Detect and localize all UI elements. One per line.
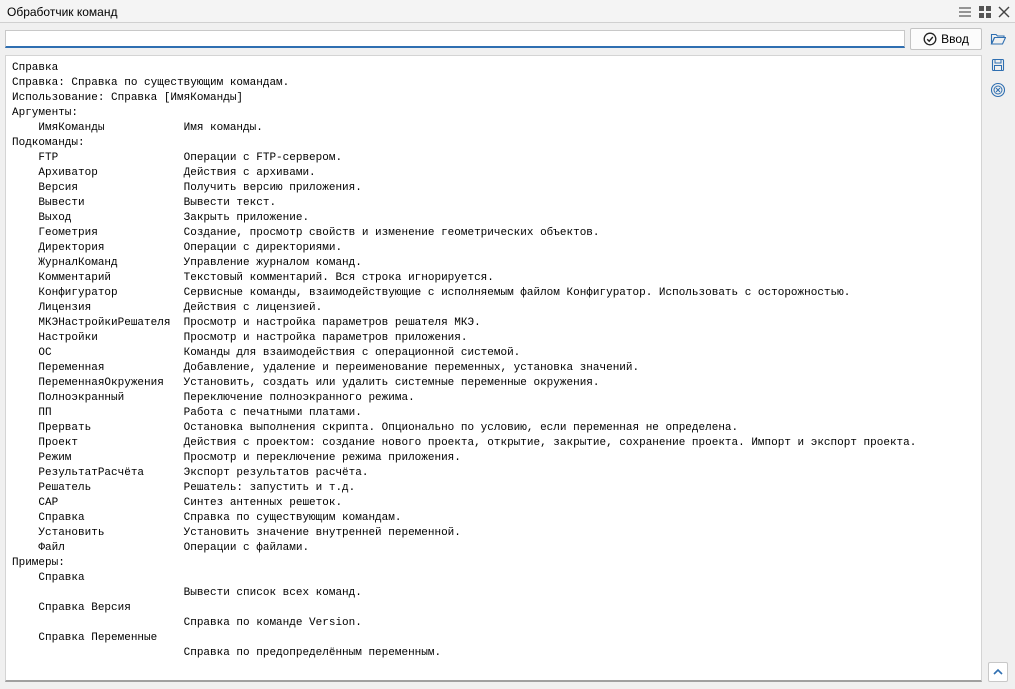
save-icon[interactable] [988, 55, 1008, 75]
output-line: Справка: Справка по существующим команда… [12, 77, 290, 89]
output-line: Вывести список всех команд. [12, 587, 362, 599]
output-line: Лицензия Действия с лицензией. [12, 302, 323, 314]
output-line: Файл Операции с файлами. [12, 542, 310, 554]
output-line: Справка Переменные [12, 632, 158, 644]
title-bar: Обработчик команд [0, 0, 1015, 23]
output-line: ПеременнаяОкружения Установить, создать … [12, 377, 600, 389]
output-text: Справка Справка: Справка по существующим… [12, 61, 981, 661]
output-line: Справка по команде Version. [12, 617, 362, 629]
output-line: Полноэкранный Переключение полноэкранног… [12, 392, 415, 404]
output-line: Директория Операции с директориями. [12, 242, 343, 254]
output-line: Справка по предопределённым переменным. [12, 647, 442, 659]
output-line: Решатель Решатель: запустить и т.д. [12, 482, 356, 494]
output-line: Установить Установить значение внутренне… [12, 527, 461, 539]
close-icon[interactable] [997, 5, 1011, 19]
output-line: Архиватор Действия с архивами. [12, 167, 316, 179]
output-line: Настройки Просмотр и настройка параметро… [12, 332, 468, 344]
output-line: ЖурналКоманд Управление журналом команд. [12, 257, 362, 269]
clear-icon[interactable] [988, 80, 1008, 100]
command-output[interactable]: Справка Справка: Справка по существующим… [5, 55, 982, 682]
command-input[interactable] [5, 30, 905, 48]
output-line: Прервать Остановка выполнения скрипта. О… [12, 422, 739, 434]
menu-icon[interactable] [958, 5, 972, 19]
enter-button-label: Ввод [941, 32, 969, 46]
output-line: ПП Работа с печатными платами. [12, 407, 362, 419]
output-line: Выход Закрыть приложение. [12, 212, 310, 224]
output-line: Геометрия Создание, просмотр свойств и и… [12, 227, 600, 239]
output-line: Режим Просмотр и переключение режима при… [12, 452, 461, 464]
output-line: Проект Действия с проектом: создание нов… [12, 437, 917, 449]
output-line: ИмяКоманды Имя команды. [12, 122, 263, 134]
output-line: ОС Команды для взаимодействия с операцио… [12, 347, 521, 359]
enter-button[interactable]: Ввод [910, 28, 982, 50]
output-line: Комментарий Текстовый комментарий. Вся с… [12, 272, 494, 284]
output-line: САР Синтез антенных решеток. [12, 497, 343, 509]
output-line: FTP Операции с FTP-сервером. [12, 152, 343, 164]
output-line: Вывести Вывести текст. [12, 197, 277, 209]
output-line: Справка Справка по существующим командам… [12, 512, 402, 524]
output-line: Конфигуратор Сервисные команды, взаимоде… [12, 287, 851, 299]
open-folder-icon[interactable] [988, 29, 1008, 49]
output-line: Аргументы: [12, 107, 79, 119]
output-line: Справка [12, 572, 85, 584]
window-title: Обработчик команд [7, 5, 118, 19]
output-line: Версия Получить версию приложения. [12, 182, 362, 194]
tile-icon[interactable] [978, 5, 992, 19]
output-line: Справка Версия [12, 602, 131, 614]
output-line: МКЭНастройкиРешателя Просмотр и настройк… [12, 317, 481, 329]
output-line: Справка [12, 62, 59, 74]
output-line: РезультатРасчёта Экспорт результатов рас… [12, 467, 369, 479]
scroll-up-icon[interactable] [988, 662, 1008, 682]
output-line: Примеры: [12, 557, 65, 569]
check-circle-icon [923, 32, 937, 46]
output-line: Подкоманды: [12, 137, 85, 149]
output-line: Использование: Справка [ИмяКоманды] [12, 92, 244, 104]
output-line: Переменная Добавление, удаление и переим… [12, 362, 640, 374]
